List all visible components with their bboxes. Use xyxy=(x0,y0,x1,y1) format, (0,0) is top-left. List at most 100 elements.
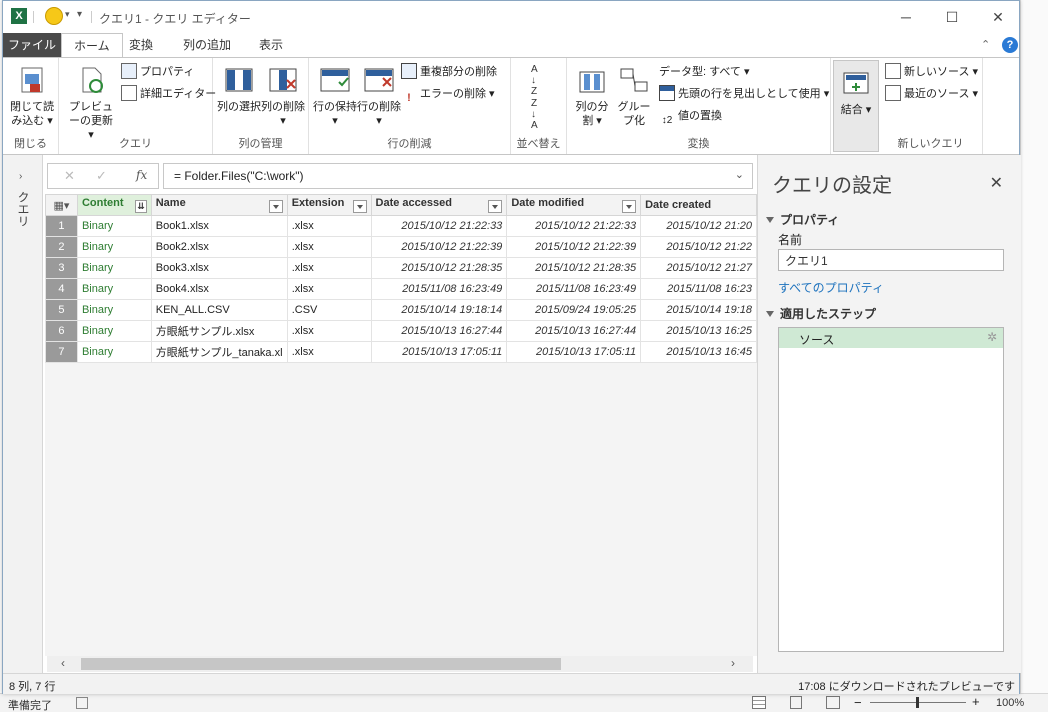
properties-button[interactable]: プロパティ xyxy=(121,62,194,82)
properties-section-header[interactable]: プロパティ xyxy=(766,211,839,228)
cell-date-created[interactable]: 2015/10/12 21:27 xyxy=(640,257,757,279)
cell-name[interactable]: KEN_ALL.CSV xyxy=(150,299,288,321)
remove-duplicates-button[interactable]: 重複部分の削除 xyxy=(401,62,497,82)
row-number[interactable]: 4 xyxy=(45,278,78,300)
minimize-button[interactable]: ─ xyxy=(883,5,929,29)
table-row[interactable]: 5 Binary KEN_ALL.CSV .CSV 2015/10/14 19:18:1… xyxy=(45,299,757,321)
expand-queries-chevron-icon[interactable]: › xyxy=(19,171,22,182)
horizontal-scrollbar[interactable]: ‹ › xyxy=(47,656,753,672)
column-header-date-created[interactable]: Date created xyxy=(640,194,757,216)
close-window-button[interactable]: ✕ xyxy=(975,5,1021,29)
tab-file[interactable]: ファイル xyxy=(3,33,61,57)
cell-date-modified[interactable]: 2015/10/13 17:05:11 xyxy=(506,341,642,363)
row-number[interactable]: 2 xyxy=(45,236,78,258)
table-row[interactable]: 6 Binary 方眼紙サンプル.xlsx .xlsx 2015/10/13 16:27… xyxy=(45,320,757,342)
column-header-date-modified[interactable]: Date modified xyxy=(506,194,642,216)
cell-date-modified[interactable]: 2015/11/08 16:23:49 xyxy=(506,278,642,300)
zoom-slider-thumb[interactable] xyxy=(916,697,919,708)
cell-date-modified[interactable]: 2015/10/13 16:27:44 xyxy=(506,320,642,342)
filter-dropdown-icon[interactable] xyxy=(352,200,367,213)
cell-date-accessed[interactable]: 2015/10/13 17:05:11 xyxy=(370,341,508,363)
scroll-left-arrow-icon[interactable]: ‹ xyxy=(61,656,65,670)
cell-content[interactable]: Binary xyxy=(76,341,152,363)
table-row[interactable]: 1 Binary Book1.xlsx .xlsx 2015/10/12 21:22:3… xyxy=(45,215,757,237)
sort-descending-button[interactable]: Z ↓ A xyxy=(531,98,538,131)
filter-dropdown-icon[interactable] xyxy=(268,200,283,213)
collapse-ribbon-icon[interactable]: ⌃ xyxy=(981,38,990,51)
cell-extension[interactable]: .xlsx xyxy=(286,236,372,258)
cell-content[interactable]: Binary xyxy=(76,320,152,342)
cell-content[interactable]: Binary xyxy=(76,236,152,258)
tab-view[interactable]: 表示 xyxy=(247,33,295,57)
cell-extension[interactable]: .xlsx xyxy=(286,257,372,279)
column-header-content[interactable]: Content ⇊ xyxy=(76,194,152,216)
cell-date-modified[interactable]: 2015/10/12 21:22:39 xyxy=(506,236,642,258)
cell-name[interactable]: Book1.xlsx xyxy=(150,215,288,237)
cell-extension[interactable]: .xlsx xyxy=(286,278,372,300)
filter-dropdown-icon[interactable] xyxy=(622,200,637,213)
cell-content[interactable]: Binary xyxy=(76,278,152,300)
scrollbar-thumb[interactable] xyxy=(81,658,561,670)
help-icon[interactable]: ? xyxy=(1002,37,1018,53)
cell-extension[interactable]: .xlsx xyxy=(286,341,372,363)
refresh-preview-button[interactable]: プレビューの更新 ▾ xyxy=(67,60,115,142)
normal-view-icon[interactable] xyxy=(752,696,766,709)
table-row[interactable]: 3 Binary Book3.xlsx .xlsx 2015/10/12 21:28:3… xyxy=(45,257,757,279)
use-first-row-as-headers-button[interactable]: 先頭の行を見出しとして使用 ▾ xyxy=(659,84,829,104)
cell-date-created[interactable]: 2015/11/08 16:23 xyxy=(640,278,757,300)
cell-date-created[interactable]: 2015/10/12 21:20 xyxy=(640,215,757,237)
remove-errors-button[interactable]: ! エラーの削除 ▾ xyxy=(401,84,494,104)
cell-content[interactable]: Binary xyxy=(76,299,152,321)
close-and-load-button[interactable]: 閉じて読み込む ▾ xyxy=(7,60,57,128)
zoom-level[interactable]: 100% xyxy=(996,697,1024,709)
cell-date-modified[interactable]: 2015/10/12 21:28:35 xyxy=(506,257,642,279)
step-item-source[interactable]: ソース ✲ xyxy=(779,328,1003,348)
replace-values-button[interactable]: ↕2 値の置換 xyxy=(659,106,722,126)
cell-name[interactable]: 方眼紙サンプル.xlsx xyxy=(150,320,288,342)
scroll-right-arrow-icon[interactable]: › xyxy=(731,656,735,670)
cell-date-created[interactable]: 2015/10/12 21:22 xyxy=(640,236,757,258)
recent-sources-button[interactable]: 最近のソース ▾ xyxy=(885,84,978,104)
cell-extension[interactable]: .xlsx xyxy=(286,320,372,342)
page-layout-icon[interactable] xyxy=(790,696,802,709)
maximize-button[interactable]: ☐ xyxy=(929,5,975,29)
query-name-input[interactable] xyxy=(778,249,1004,271)
choose-columns-button[interactable]: 列の選択 xyxy=(217,60,261,114)
step-settings-gear-icon[interactable]: ✲ xyxy=(987,330,997,344)
filter-dropdown-icon[interactable] xyxy=(488,200,503,213)
close-settings-icon[interactable]: ✕ xyxy=(990,173,1003,193)
table-menu-icon[interactable]: ▦▾ xyxy=(45,194,78,216)
page-break-icon[interactable] xyxy=(826,696,840,709)
fx-icon[interactable]: fx xyxy=(136,168,147,182)
data-type-dropdown[interactable]: データ型: すべて ▾ xyxy=(659,62,749,82)
new-source-button[interactable]: 新しいソース ▾ xyxy=(885,62,978,82)
tab-home[interactable]: ホーム xyxy=(61,33,123,58)
cell-name[interactable]: Book3.xlsx xyxy=(150,257,288,279)
cell-date-accessed[interactable]: 2015/10/13 16:27:44 xyxy=(370,320,508,342)
cell-date-created[interactable]: 2015/10/13 16:25 xyxy=(640,320,757,342)
cell-date-modified[interactable]: 2015/09/24 19:05:25 xyxy=(506,299,642,321)
row-number[interactable]: 3 xyxy=(45,257,78,279)
cell-extension[interactable]: .xlsx xyxy=(286,215,372,237)
cell-date-created[interactable]: 2015/10/13 16:45 xyxy=(640,341,757,363)
sort-ascending-button[interactable]: A ↓ Z xyxy=(531,64,538,97)
quick-access-dropdown-icon[interactable]: ▾ xyxy=(77,9,82,20)
table-row[interactable]: 4 Binary Book4.xlsx .xlsx 2015/11/08 16:23:4… xyxy=(45,278,757,300)
cell-extension[interactable]: .CSV xyxy=(286,299,372,321)
row-number[interactable]: 1 xyxy=(45,215,78,237)
cell-name[interactable]: Book2.xlsx xyxy=(150,236,288,258)
column-header-date-accessed[interactable]: Date accessed xyxy=(370,194,508,216)
cell-name[interactable]: Book4.xlsx xyxy=(150,278,288,300)
smiley-feedback-icon[interactable] xyxy=(45,7,63,25)
remove-rows-button[interactable]: 行の削除 ▾ xyxy=(357,60,401,128)
expand-formula-icon[interactable]: ⌄ xyxy=(735,168,744,181)
row-number[interactable]: 7 xyxy=(45,341,78,363)
formula-input[interactable]: = Folder.Files("C:\work") ⌄ xyxy=(163,163,753,189)
tab-transform[interactable]: 変換 xyxy=(117,33,165,57)
tab-add-column[interactable]: 列の追加 xyxy=(171,33,243,57)
row-number[interactable]: 6 xyxy=(45,320,78,342)
table-row[interactable]: 2 Binary Book2.xlsx .xlsx 2015/10/12 21:22:3… xyxy=(45,236,757,258)
keep-rows-button[interactable]: 行の保持 ▾ xyxy=(313,60,357,128)
confirm-formula-icon[interactable]: ✓ xyxy=(96,168,107,184)
all-properties-link[interactable]: すべてのプロパティ xyxy=(778,279,884,296)
